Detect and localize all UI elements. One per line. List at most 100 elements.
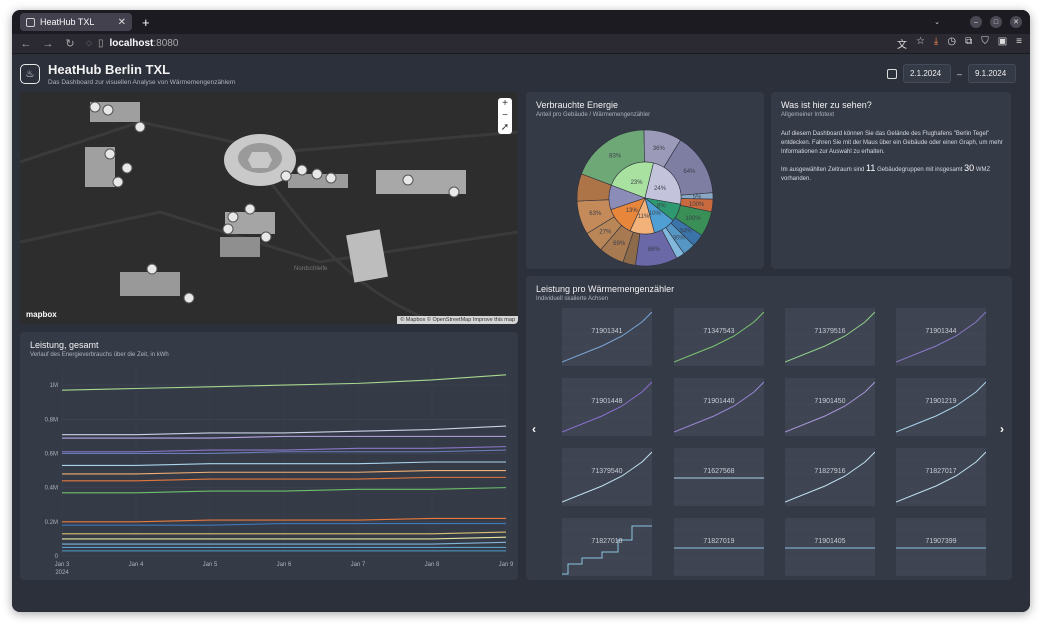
meter-chart[interactable]: 71907399 — [896, 518, 986, 576]
zoom-in-button[interactable]: + — [502, 98, 508, 110]
x-tick-label: Jan 6 — [277, 562, 292, 568]
nav-bar: ← → ↻ ◌ ▯ localhost:8080 文 ☆ ⤓ ◷ ⧉ ⛉ ▣ ≡ — [12, 34, 1030, 54]
meter-id-label: 71901440 — [703, 398, 735, 405]
meter-chart[interactable]: 71379540 — [562, 448, 652, 506]
meter-plot — [896, 451, 986, 503]
map-canvas[interactable]: Nordschleife — [20, 92, 518, 324]
info-paragraph-1: Auf diesem Dashboard können Sie das Gelä… — [781, 131, 1003, 155]
app-header: ♨ HeatHub Berlin TXL Das Dashboard zur v… — [20, 62, 236, 86]
meter-line — [785, 451, 875, 503]
menu-icon[interactable]: ≡ — [1016, 36, 1022, 51]
y-tick-label: 0.6M — [45, 451, 58, 457]
meter-chart[interactable]: 71379516 — [785, 308, 875, 366]
mapbox-logo[interactable]: mapbox — [26, 310, 57, 319]
close-window-icon[interactable]: ✕ — [1010, 16, 1022, 28]
meter-line — [562, 451, 652, 503]
x-tick-label: Jan 5 — [203, 562, 218, 568]
meter-chart[interactable]: 71901440 — [674, 378, 764, 436]
x-tick-label: Jan 9 — [499, 562, 514, 568]
meter-id-label: 71379540 — [591, 468, 623, 475]
meter-line — [896, 451, 986, 503]
x-tick-label: Jan 3 — [55, 562, 70, 568]
y-tick-label: 1M — [50, 383, 58, 389]
map-panel[interactable]: Nordschleife + − ➚ mapbox © Mapbox © Ope… — [20, 92, 518, 324]
meter-chart[interactable]: 71827018 — [562, 518, 652, 576]
prev-page-button[interactable]: ‹ — [532, 422, 536, 436]
back-icon[interactable]: ← — [20, 38, 32, 50]
meter-id-label: 71907399 — [925, 538, 957, 545]
zoom-out-button[interactable]: − — [502, 110, 508, 122]
shield-ext-icon[interactable]: ⛉ — [981, 36, 989, 51]
meter-id-label: 71347543 — [703, 328, 735, 335]
meter-plot — [674, 529, 764, 573]
date-range: 2.1.2024 – 9.1.2024 — [886, 64, 1016, 83]
meter-id-label: 71901448 — [591, 398, 623, 405]
meter-chart[interactable]: 71901450 — [785, 378, 875, 436]
meter-chart[interactable]: 71827019 — [674, 518, 764, 576]
reload-icon[interactable]: ↻ — [64, 37, 76, 50]
total-power-chart[interactable]: 0 0.2M 0.4M 0.6M 0.8M 1M Jan 3 Jan 4 Jan 5 Jan 6 J… — [20, 332, 518, 580]
slice-label: 86% — [648, 247, 661, 253]
slice-label: 100% — [685, 216, 701, 222]
meter-plot — [785, 529, 875, 573]
date-to-input[interactable]: 9.1.2024 — [968, 64, 1016, 83]
next-page-button[interactable]: › — [1000, 422, 1004, 436]
translate-icon[interactable]: 文 — [897, 36, 907, 51]
sunburst-chart[interactable]: 83%36%64%5%100%100%34%30%86%69%27%63%23%… — [526, 92, 764, 269]
meter-chart[interactable]: 71901344 — [896, 308, 986, 366]
new-tab-icon[interactable]: + — [142, 15, 150, 30]
maximize-icon[interactable]: □ — [990, 16, 1002, 28]
slice-label: 24% — [654, 186, 667, 192]
tab-list-chevron-icon[interactable]: ⌄ — [934, 16, 940, 28]
meter-chart[interactable]: 71347543 — [674, 308, 764, 366]
browser-tab[interactable]: HeatHub TXL ✕ — [20, 13, 132, 31]
meter-chart[interactable]: 71901341 — [562, 308, 652, 366]
info-title: Was ist hier zu sehen? — [781, 100, 872, 110]
meter-chart[interactable]: 71827017 — [896, 448, 986, 506]
address-bar[interactable]: ◌ ▯ localhost:8080 — [86, 38, 178, 49]
x-year-label: 2024 — [55, 570, 69, 576]
meter-line — [562, 525, 652, 575]
slice-label: 11% — [638, 214, 650, 220]
wmz-count: 30 — [964, 163, 975, 173]
y-tick-label: 0.8M — [45, 417, 58, 423]
x-tick-label: Jan 8 — [425, 562, 440, 568]
slice-label: 36% — [653, 146, 666, 152]
date-from-input[interactable]: 2.1.2024 — [902, 64, 951, 83]
image-icon[interactable]: ▣ — [998, 36, 1007, 51]
meter-line — [785, 311, 875, 363]
y-tick-label: 0.4M — [45, 486, 58, 492]
meter-chart[interactable]: 71901405 — [785, 518, 875, 576]
meter-line — [896, 381, 986, 433]
toolbar-icons: 文 ☆ ⤓ ◷ ⧉ ⛉ ▣ ≡ — [897, 36, 1022, 51]
download-icon[interactable]: ⤓ — [934, 36, 938, 51]
meter-plot — [896, 381, 986, 433]
bookmark-star-icon[interactable]: ☆ — [916, 36, 925, 51]
minimize-icon[interactable]: – — [970, 16, 982, 28]
compass-button[interactable]: ➚ — [501, 122, 509, 134]
calendar-icon[interactable] — [886, 68, 897, 79]
meter-plot — [896, 529, 986, 573]
meter-plot — [785, 381, 875, 433]
meter-chart[interactable]: 71627568 — [674, 448, 764, 506]
meter-chart[interactable]: 71901448 — [562, 378, 652, 436]
forward-icon[interactable]: → — [42, 38, 54, 50]
tab-title: HeatHub TXL — [40, 17, 95, 27]
x-tick-label: Jan 7 — [351, 562, 366, 568]
close-tab-icon[interactable]: ✕ — [118, 17, 126, 28]
pie-title: Verbrauchte Energie — [536, 100, 619, 110]
meter-chart[interactable]: 71827916 — [785, 448, 875, 506]
meter-plot — [562, 525, 652, 575]
y-tick-label: 0.2M — [45, 520, 58, 526]
history-icon[interactable]: ◷ — [947, 36, 956, 51]
meter-id-label: 71627568 — [703, 468, 735, 475]
slice-label: 13% — [626, 208, 639, 214]
slice-label: 10% — [649, 211, 662, 217]
extensions-icon[interactable]: ⧉ — [965, 36, 972, 51]
y-tick-label: 0 — [55, 554, 59, 560]
meter-line — [674, 311, 764, 363]
meter-chart[interactable]: 71901219 — [896, 378, 986, 436]
map-attribution[interactable]: © Mapbox © OpenStreetMap Improve this ma… — [397, 316, 518, 324]
meter-plot — [785, 451, 875, 503]
meters-title: Leistung pro Wärmemengenzähler — [536, 284, 675, 294]
